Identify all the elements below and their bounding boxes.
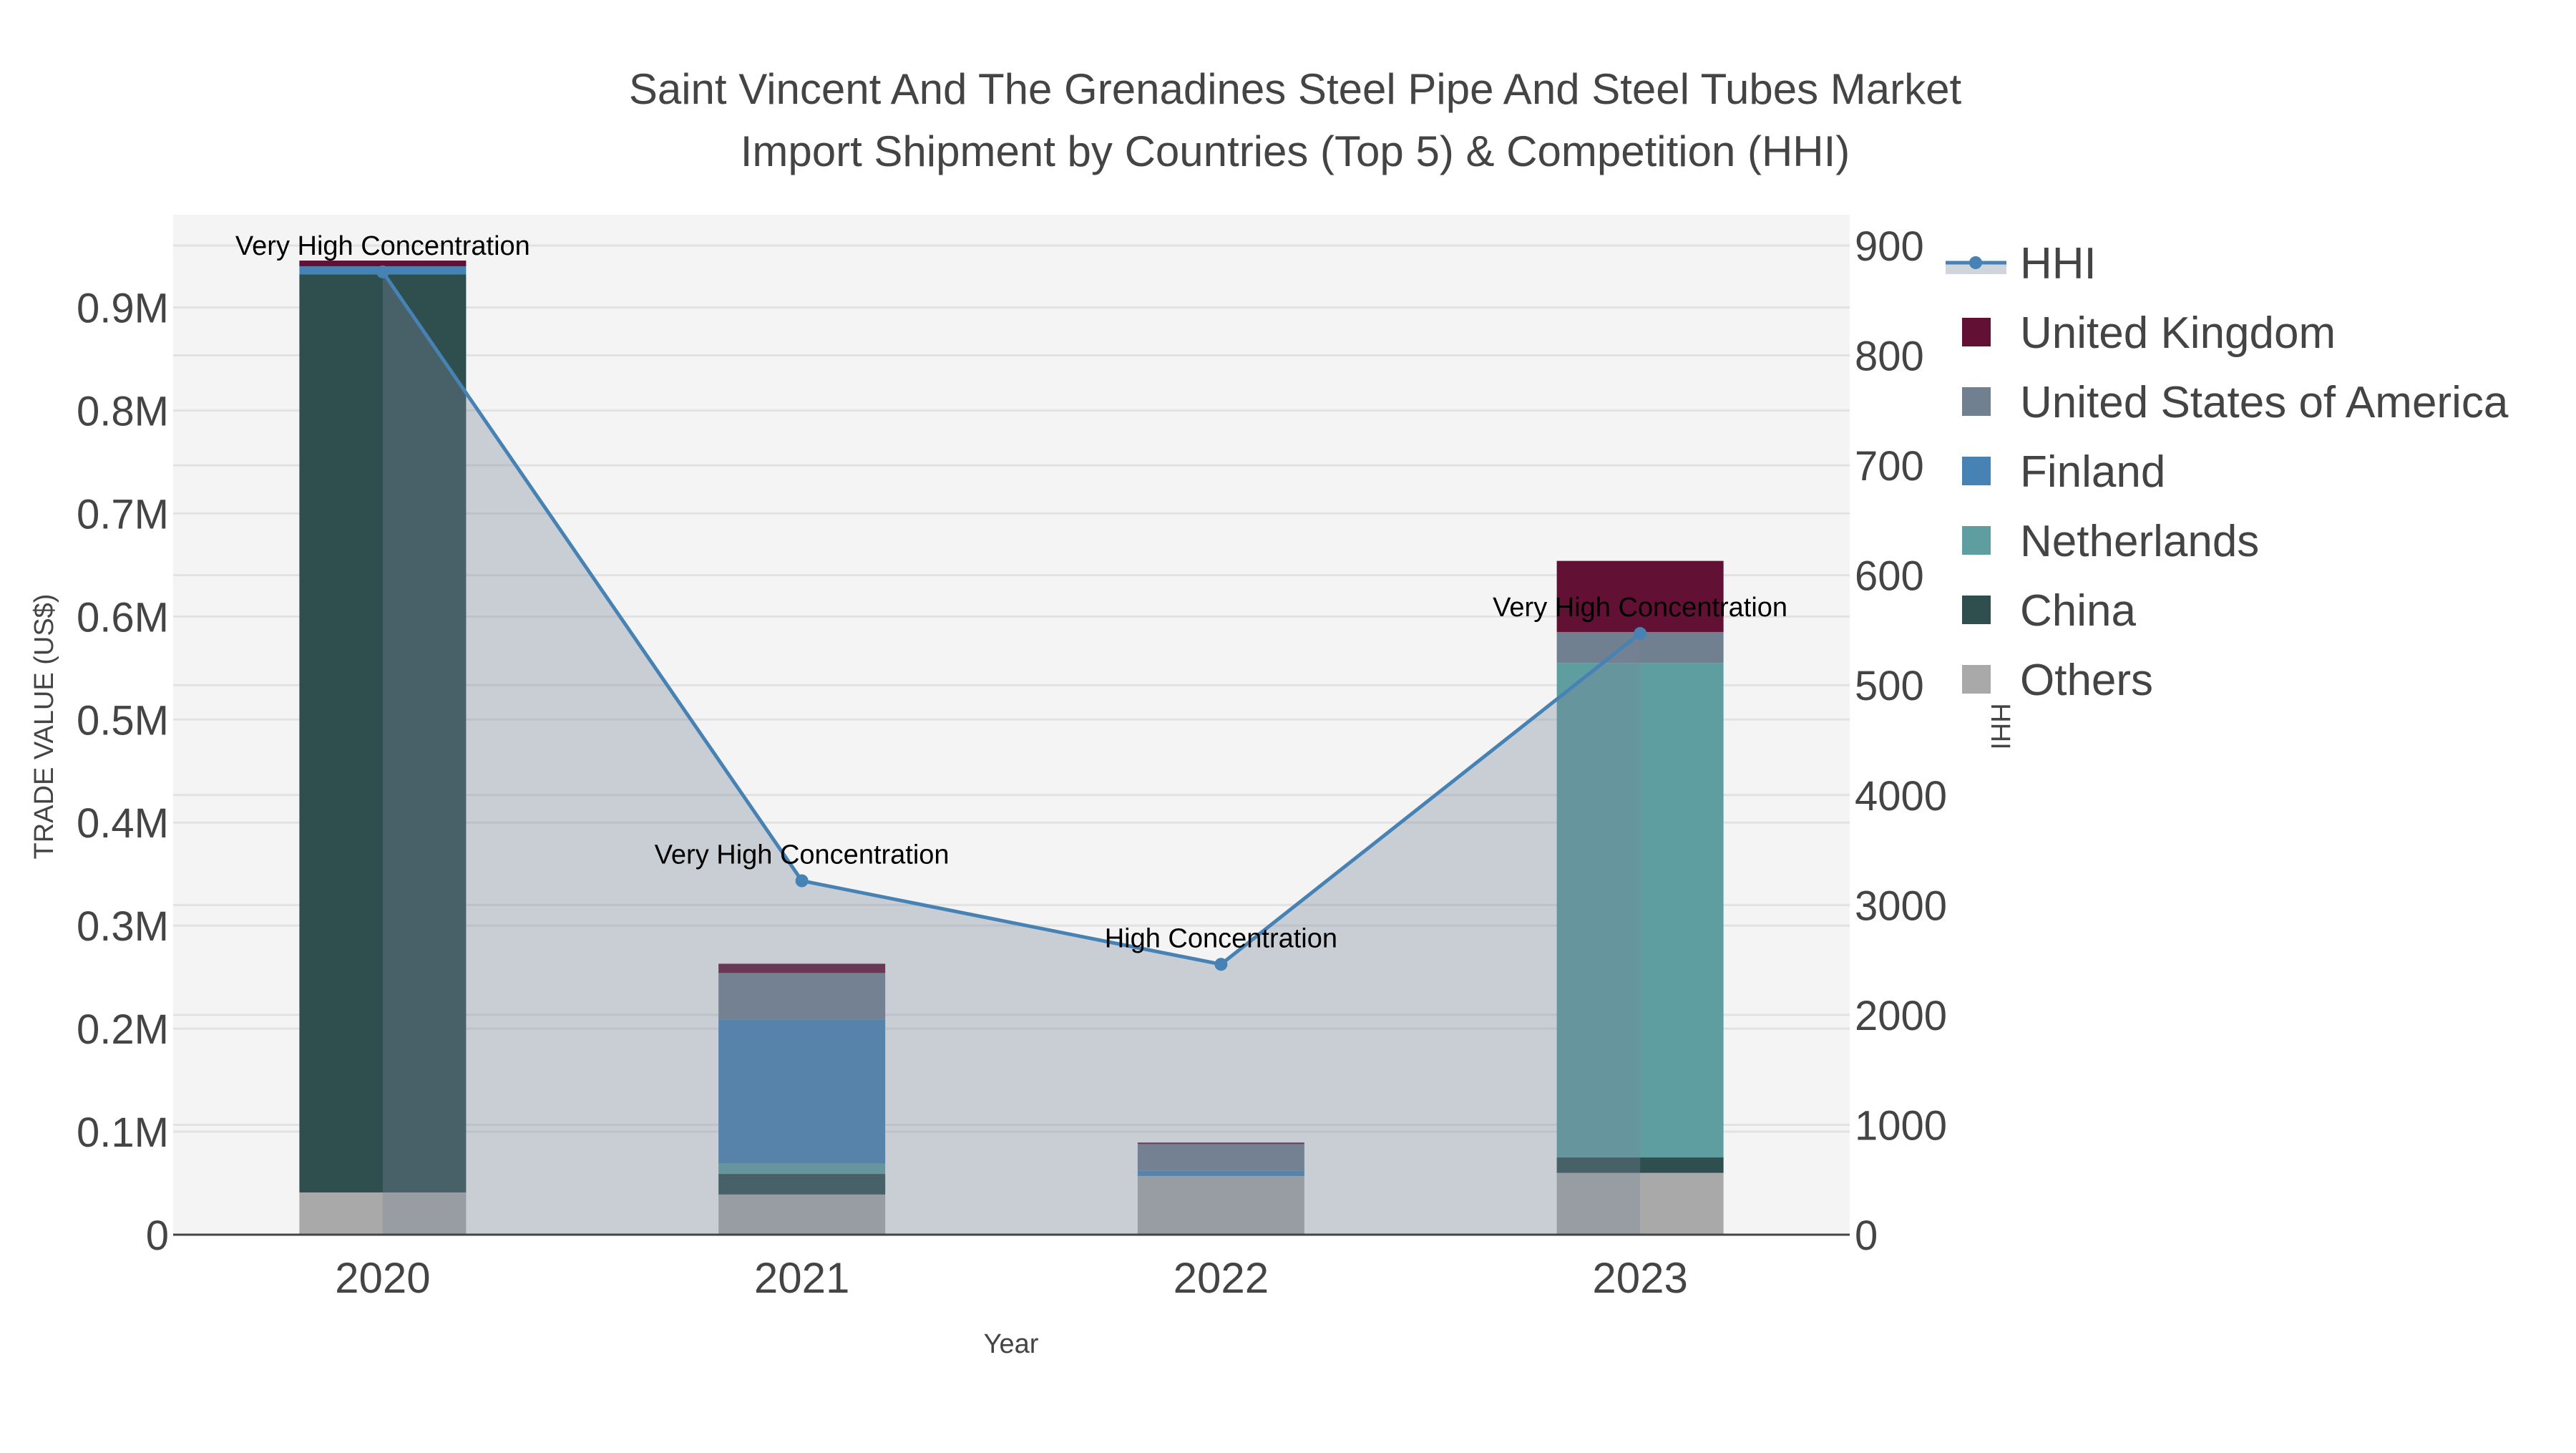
y-tick-label: 0.3M (77, 903, 169, 950)
legend-label: Netherlands (2020, 517, 2259, 566)
y2-tick-label: 1000 (1855, 1102, 1947, 1149)
legend-swatch (1962, 526, 1991, 555)
legend-swatch (1962, 318, 1991, 346)
chart: 0 0.1M 0.2M 0.3M 0.4M 0.5M 0.6M 0.7M 0.8M 0.9M 0 1… (0, 0, 2576, 1449)
y-tick-label: 0.2M (77, 1006, 169, 1053)
y2-tick-label: 3000 (1855, 883, 1947, 929)
y-tick-label: 0.6M (77, 594, 169, 641)
y2-tick-label: 800 (1855, 334, 1924, 380)
legend-swatch (1962, 457, 1991, 485)
legend-swatch (1962, 665, 1991, 694)
hhi-marker-2021 (795, 874, 809, 888)
chart-title-line1: Saint Vincent And The Grenadines Steel P… (629, 65, 1962, 113)
y2-tick-label: 600 (1855, 553, 1924, 600)
legend-label: United States of America (2020, 378, 2509, 427)
hhi-annotation: Very High Concentration (235, 231, 530, 261)
legend-label: China (2020, 586, 2137, 636)
y2-tick-label: 500 (1855, 663, 1924, 709)
legend-hhi-marker (1969, 256, 1982, 269)
y-tick-label: 0.4M (77, 800, 169, 847)
x-tick-label: 2021 (754, 1254, 849, 1302)
hhi-marker-2023 (1634, 627, 1647, 641)
hhi-annotation: High Concentration (1105, 923, 1337, 953)
y2-tick-label: 4000 (1855, 773, 1947, 820)
legend-swatch (1962, 596, 1991, 624)
legend-label: United Kingdom (2020, 308, 2336, 358)
y2-tick-label: 700 (1855, 443, 1924, 490)
y-tick-label: 0.5M (77, 697, 169, 744)
x-tick-label: 2020 (335, 1254, 430, 1302)
y-tick-label: 0.7M (77, 491, 169, 538)
hhi-annotation: Very High Concentration (1493, 593, 1787, 623)
chart-title-line2: Import Shipment by Countries (Top 5) & C… (741, 127, 1850, 175)
y-tick-label: 0 (146, 1213, 169, 1259)
y2-tick-label: 2000 (1855, 993, 1947, 1039)
legend-swatch (1962, 387, 1991, 416)
hhi-marker-2020 (376, 265, 389, 278)
y-axis-title: TRADE VALUE (US$) (29, 594, 59, 860)
legend-label: Others (2020, 656, 2153, 705)
y2-tick-label: 900 (1855, 223, 1924, 270)
x-tick-label: 2023 (1592, 1254, 1687, 1302)
hhi-annotation: Very High Concentration (655, 840, 950, 870)
y2-tick-label: 0 (1855, 1213, 1878, 1259)
y2-axis-title: HHI (1985, 703, 2015, 749)
legend-label: Finland (2020, 447, 2165, 497)
y-tick-label: 0.1M (77, 1109, 169, 1156)
y-tick-label: 0.8M (77, 388, 169, 434)
hhi-marker-2022 (1214, 958, 1228, 971)
x-axis-title: Year (984, 1329, 1039, 1359)
legend-label: HHI (2020, 239, 2097, 288)
bar-united-kingdom-2020 (299, 261, 467, 266)
y-tick-label: 0.9M (77, 286, 169, 332)
x-tick-label: 2022 (1174, 1254, 1269, 1302)
